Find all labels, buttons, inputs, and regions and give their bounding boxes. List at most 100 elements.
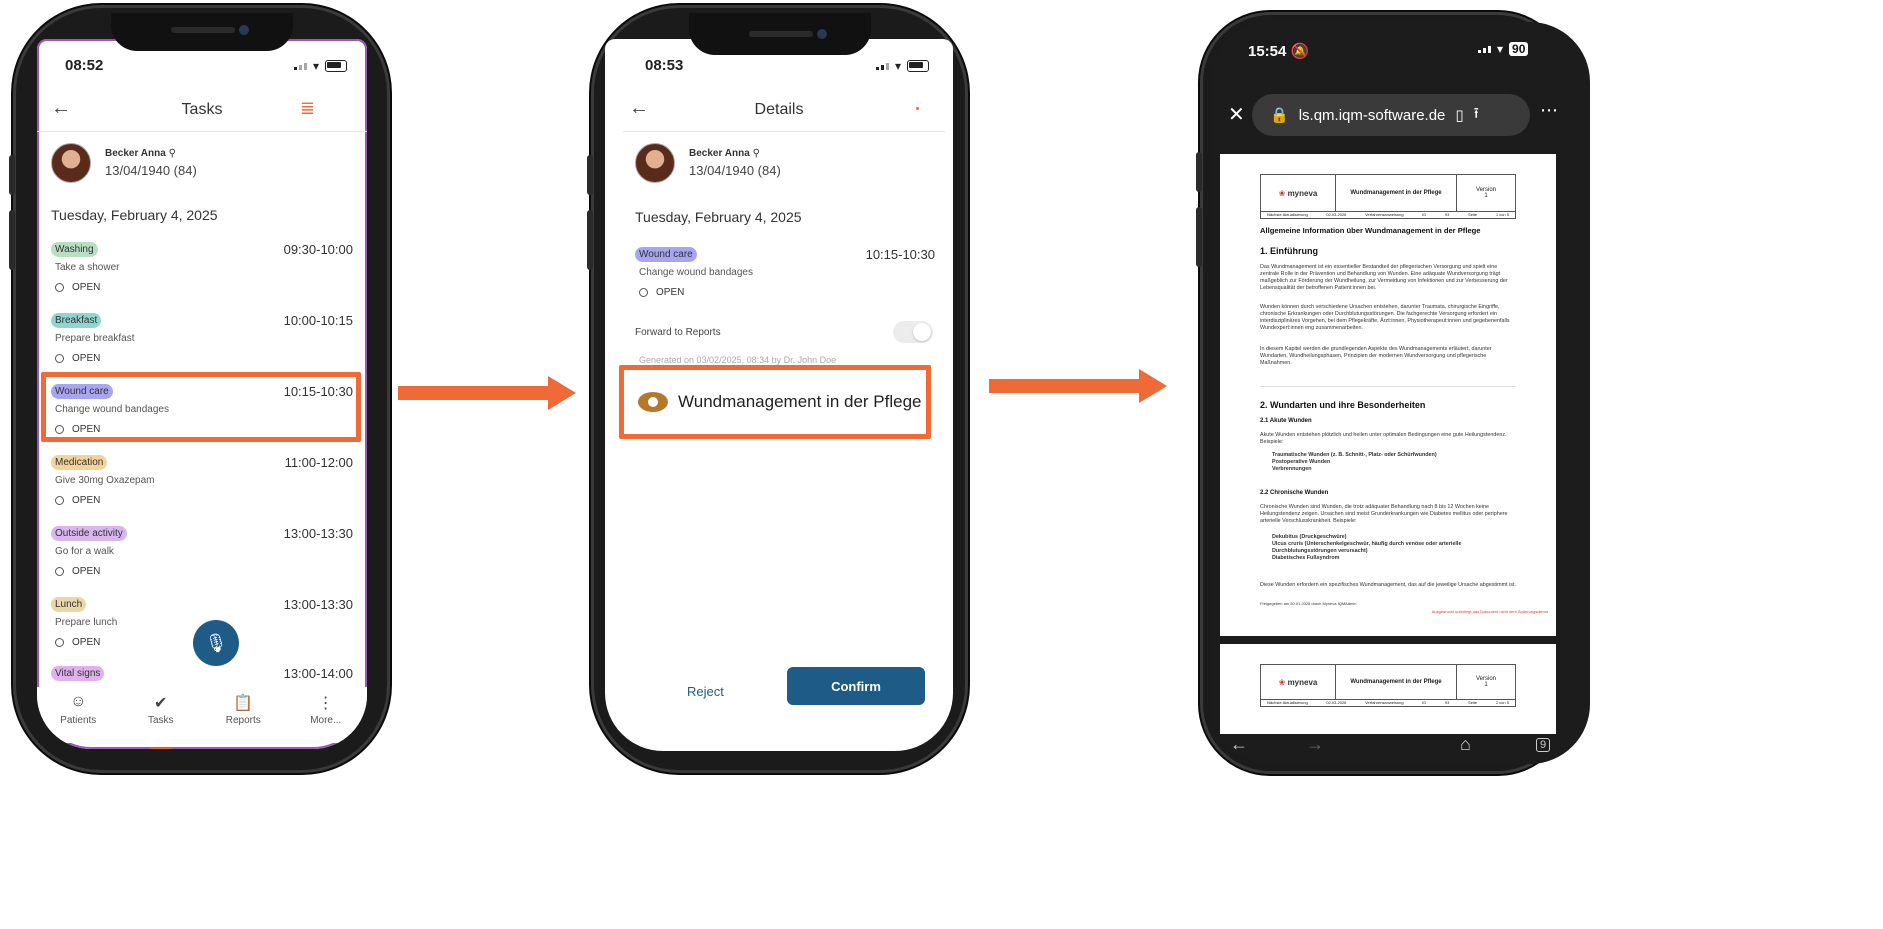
task-status[interactable]: OPEN xyxy=(55,353,100,364)
forward-toggle[interactable] xyxy=(893,321,933,343)
category-chip: Outside activity xyxy=(51,526,127,541)
task-item[interactable]: Medication 11:00-12:00 Give 30mg Oxazepa… xyxy=(51,455,353,525)
tabs-icon[interactable]: 9 xyxy=(1536,738,1551,752)
task-item[interactable]: Outside activity 13:00-13:30 Go for a wa… xyxy=(51,526,353,596)
doc-footer-left: Freigegeben am 30.01.2025 durch Myneva I… xyxy=(1260,601,1357,606)
doc-header: ❀ myneva Wundmanagement in der Pflege Ve… xyxy=(1260,664,1516,700)
side-button xyxy=(9,155,15,195)
doc-paragraph: Wunden können durch verschiedene Ursache… xyxy=(1260,304,1510,331)
microphone-button[interactable]: 🎙 xyxy=(193,620,239,666)
doc-header: ❀ myneva Wundmanagement in der Pflege Ve… xyxy=(1260,174,1516,212)
location-pin-icon: ⚲ xyxy=(752,148,760,159)
status-label: OPEN xyxy=(72,495,101,506)
arrow-right-icon xyxy=(989,369,1167,403)
task-status[interactable]: OPEN xyxy=(55,495,100,506)
nav-more[interactable]: ⋮ More... xyxy=(291,693,361,743)
status-radio[interactable] xyxy=(55,567,64,576)
clock: 08:53 xyxy=(645,57,684,74)
reject-button[interactable]: Reject xyxy=(687,684,724,699)
status-label: OPEN xyxy=(656,287,685,298)
confirm-button[interactable]: Confirm xyxy=(787,667,925,705)
close-icon[interactable]: ✕ xyxy=(1228,102,1245,127)
patient-dob: 13/04/1940 (84) xyxy=(105,163,197,178)
avatar xyxy=(635,143,675,183)
doc-section-2: 2. Wundarten und ihre Besonderheiten xyxy=(1260,400,1426,410)
brand-logo: ❀ myneva xyxy=(1261,175,1336,211)
app-bar: ← Tasks ≣ xyxy=(37,93,367,133)
home-icon[interactable]: ⌂ xyxy=(1460,734,1471,755)
status-radio[interactable] xyxy=(55,354,64,363)
wifi-icon: ▾ xyxy=(894,59,901,73)
task-status[interactable]: OPEN xyxy=(55,637,100,648)
more-icon[interactable]: ⋯ xyxy=(1540,100,1558,121)
task-desc: Take a shower xyxy=(55,262,120,273)
highlight-box xyxy=(41,372,361,442)
doc-paragraph: In diesem Kapitel werden die grundlegend… xyxy=(1260,346,1492,366)
wifi-icon: ▾ xyxy=(312,59,319,73)
category-chip: Washing xyxy=(51,242,98,257)
forward-label: Forward to Reports xyxy=(635,327,721,338)
bottom-nav: ☺ Patients ✔ Tasks 📋 Reports ⋮ More... xyxy=(37,687,367,749)
category-chip: Medication xyxy=(51,455,108,470)
side-button xyxy=(587,155,593,195)
status-label: OPEN xyxy=(72,566,101,577)
nav-tasks[interactable]: ✔ Tasks xyxy=(126,693,196,749)
status-radio[interactable] xyxy=(55,496,64,505)
nav-reports[interactable]: 📋 Reports xyxy=(208,693,278,743)
nav-label: Tasks xyxy=(147,715,174,726)
task-time: 13:00-14:00 xyxy=(283,666,353,681)
location-pin-icon: ⚲ xyxy=(168,148,176,159)
avatar xyxy=(51,143,91,183)
task-desc: Go for a walk xyxy=(55,546,114,557)
side-button xyxy=(9,210,15,270)
task-desc: Change wound bandages xyxy=(639,267,753,278)
side-button xyxy=(1196,207,1202,267)
status-label: OPEN xyxy=(72,353,101,364)
task-item[interactable]: Washing 09:30-10:00 Take a shower OPEN xyxy=(51,242,353,312)
back-arrow-icon[interactable]: ← xyxy=(1230,734,1248,755)
speaker xyxy=(749,31,813,37)
notch xyxy=(111,13,293,51)
doc-footer-right: Ausgedruckt unterliegt das Dokument nich… xyxy=(1431,609,1548,614)
wifi-icon: ▾ xyxy=(1497,42,1504,56)
signal-icon xyxy=(1478,45,1491,53)
doc-paragraph: Akute Wunden entstehen plötzlich und hei… xyxy=(1260,432,1507,445)
doc-list: Traumatische Wunden (z. B. Schnitt-, Pla… xyxy=(1272,452,1437,472)
task-time: 11:00-12:00 xyxy=(284,455,353,470)
task-status[interactable]: OPEN xyxy=(55,566,100,577)
eye-icon xyxy=(638,392,668,412)
nav-patients[interactable]: ☺ Patients xyxy=(43,693,113,743)
side-button xyxy=(587,210,593,270)
patient-name: Becker Anna xyxy=(105,148,166,159)
doc-meta-row: Nächste Aktualisierung 02.03.2026 Verfahre… xyxy=(1260,210,1516,219)
browser-bottom-bar: ← → ⌂ 9 xyxy=(1210,734,1590,764)
status-radio[interactable] xyxy=(639,288,648,297)
category-chip: Vital signs xyxy=(51,666,105,681)
status-label: OPEN xyxy=(72,637,101,648)
battery-icon xyxy=(907,60,929,72)
speaker xyxy=(171,27,235,33)
bookmark-icon[interactable]: ▯ xyxy=(1455,106,1463,124)
nav-label: Patients xyxy=(60,715,97,726)
browser-toolbar: ✕ 🔒 ls.qm.iqm-software.de ▯ ⭱ ⋯ xyxy=(1210,94,1590,138)
task-desc: Give 30mg Oxazepam xyxy=(55,475,155,486)
task-desc: Prepare breakfast xyxy=(55,333,135,344)
nav-label: Reports xyxy=(225,715,261,726)
url-bar[interactable]: 🔒 ls.qm.iqm-software.de ▯ ⭱ xyxy=(1252,94,1530,136)
task-status[interactable]: OPEN xyxy=(55,282,100,293)
task-time: 13:00-13:30 xyxy=(283,526,353,541)
forward-arrow-icon[interactable]: → xyxy=(1306,734,1324,755)
status-radio[interactable] xyxy=(55,283,64,292)
screen: 08:53 ▾ ← Details Becker Anna ⚲ 13/04/19… xyxy=(605,39,953,751)
filter-icon[interactable]: ≣ xyxy=(300,98,315,119)
doc-rule xyxy=(1260,386,1516,387)
doc-heading: Allgemeine Information über Wundmanageme… xyxy=(1260,226,1481,235)
share-icon[interactable]: ⭱ xyxy=(1474,103,1479,128)
doc-list: Dekubitus (Druckgeschwüre) Ulcus cruris (… xyxy=(1272,534,1462,561)
checklist-icon: ✔ xyxy=(154,695,168,712)
patient-dob: 13/04/1940 (84) xyxy=(689,163,781,178)
person-icon: ☺ xyxy=(70,693,87,710)
task-status[interactable]: OPEN xyxy=(639,287,684,298)
status-radio[interactable] xyxy=(55,638,64,647)
document-link[interactable]: Wundmanagement in der Pflege xyxy=(619,365,931,439)
